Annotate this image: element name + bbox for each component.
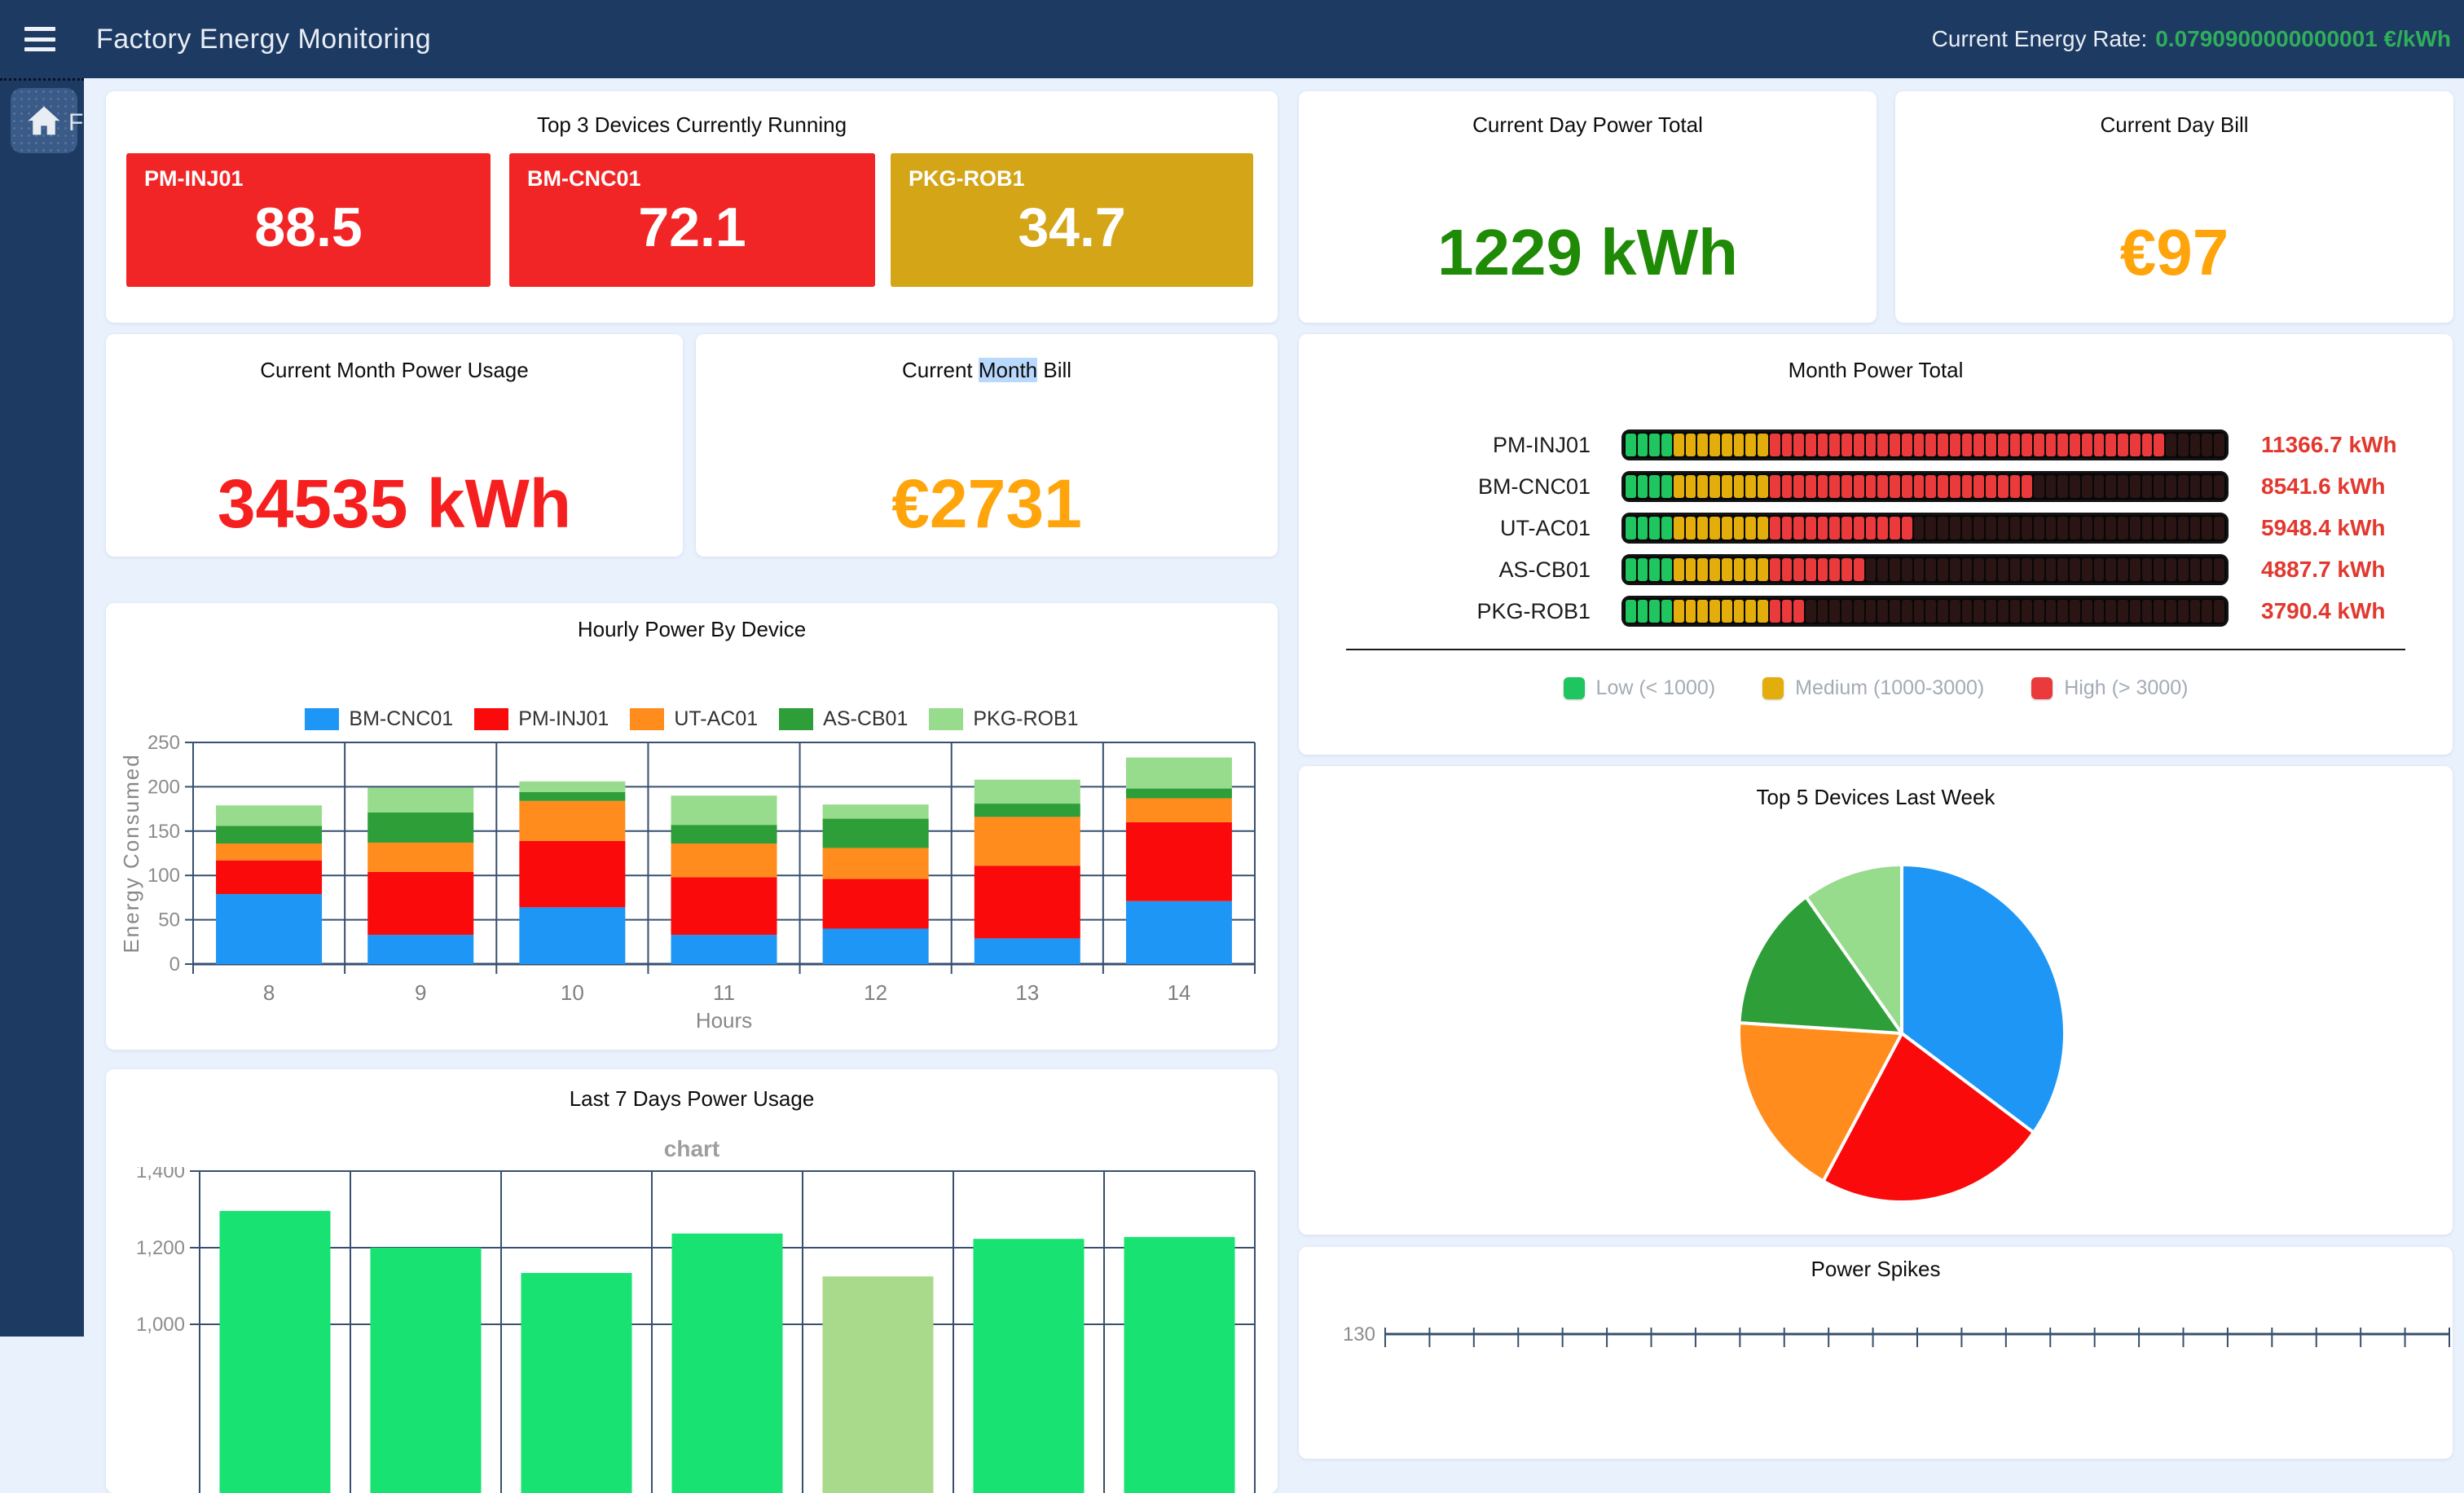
app-title: Factory Energy Monitoring: [96, 24, 431, 55]
hourly-stacked-bar-chart[interactable]: 0 50 100 150 200 250 8 9 10 11 12 13 14 Hours Energy C…: [106, 603, 1278, 1050]
month-legend-item: Low (< 1000): [1564, 676, 1716, 700]
month-bill-value: €2731: [696, 465, 1278, 544]
month-row-device-label: PM-INJ01: [1299, 433, 1591, 458]
card-last7-days: Last 7 Days Power Usage chart 1,400 1,200…: [106, 1069, 1278, 1493]
month-row-segmented-bar[interactable]: [1621, 471, 2229, 502]
svg-text:9: 9: [415, 980, 426, 1005]
card-top3-devices: Top 3 Devices Currently Running PM-INJ01…: [106, 91, 1278, 323]
card-top5-pie: Top 5 Devices Last Week: [1299, 766, 2453, 1235]
month-total-legend: Low (< 1000) Medium (1000-3000) High (> 30…: [1299, 676, 2453, 700]
card-month-power-total: Month Power Total PM-INJ01 11366.7 kWh BM-…: [1299, 334, 2453, 755]
svg-text:250: 250: [147, 732, 180, 754]
month-row-segmented-bar[interactable]: [1621, 429, 2229, 460]
card-last7-title: Last 7 Days Power Usage: [106, 1086, 1278, 1112]
month-row-value: 11366.7 kWh: [2261, 432, 2397, 458]
svg-text:100: 100: [147, 865, 180, 887]
svg-text:8: 8: [263, 980, 275, 1005]
last7-bar-chart[interactable]: 1,400 1,200 1,000: [106, 1167, 1278, 1493]
hamburger-menu-icon[interactable]: [24, 27, 57, 51]
svg-text:50: 50: [158, 909, 180, 931]
power-spikes-chart[interactable]: 130: [1299, 1247, 2453, 1459]
card-month-bill-title: Current Month Bill: [696, 358, 1278, 383]
month-row-device-label: AS-CB01: [1299, 557, 1591, 583]
month-legend-item: High (> 3000): [2031, 676, 2188, 700]
month-bill-title-selected-text: Month: [979, 358, 1037, 382]
svg-text:130: 130: [1343, 1323, 1375, 1345]
tile-device-value: 88.5: [126, 196, 491, 259]
energy-rate-value: 0.0790900000000001: [2155, 26, 2378, 51]
svg-text:10: 10: [561, 980, 584, 1005]
month-row-value: 8541.6 kWh: [2261, 473, 2386, 500]
svg-text:14: 14: [1167, 980, 1190, 1005]
card-day-power-total: Current Day Power Total 1229 kWh: [1299, 91, 1877, 323]
card-power-spikes: Power Spikes 130: [1299, 1247, 2453, 1459]
card-month-bill: Current Month Bill €2731: [696, 334, 1278, 557]
month-total-row: UT-AC01 5948.4 kWh: [1299, 513, 2453, 544]
month-bill-title-post: Bill: [1037, 358, 1071, 382]
tile-device-value: 34.7: [891, 196, 1253, 259]
svg-text:1,200: 1,200: [136, 1237, 185, 1259]
energy-rate-label: Current Energy Rate:: [1932, 26, 2148, 51]
device-tile-pkg-rob1: PKG-ROB1 34.7: [891, 153, 1253, 287]
card-day-bill-title: Current Day Bill: [1895, 112, 2453, 138]
device-tile-pm-inj01: PM-INJ01 88.5: [126, 153, 491, 287]
sidebar-item-label-clipped: F: [68, 109, 83, 137]
top-navbar: Factory Energy Monitoring Current Energy…: [0, 0, 2464, 78]
last7-chart-subtitle: chart: [106, 1136, 1278, 1162]
svg-text:Energy Consumed: Energy Consumed: [119, 753, 143, 953]
svg-text:Hours: Hours: [696, 1008, 752, 1033]
top5-pie-chart[interactable]: [1299, 766, 2453, 1235]
svg-text:150: 150: [147, 821, 180, 843]
svg-text:12: 12: [864, 980, 887, 1005]
card-day-total-title: Current Day Power Total: [1299, 112, 1877, 138]
energy-rate-unit: €/kWh: [2384, 26, 2451, 51]
month-legend-item: Medium (1000-3000): [1762, 676, 1984, 700]
month-usage-value: 34535 kWh: [106, 465, 683, 544]
sidebar: F: [0, 78, 84, 1337]
month-row-value: 5948.4 kWh: [2261, 515, 2386, 541]
month-row-value: 3790.4 kWh: [2261, 598, 2386, 624]
tile-device-name: BM-CNC01: [527, 166, 641, 192]
month-total-row: BM-CNC01 8541.6 kWh: [1299, 471, 2453, 502]
svg-text:11: 11: [713, 980, 735, 1005]
month-total-row: PM-INJ01 11366.7 kWh: [1299, 429, 2453, 460]
month-row-segmented-bar[interactable]: [1621, 554, 2229, 585]
tile-device-name: PKG-ROB1: [909, 166, 1025, 192]
svg-text:0: 0: [169, 953, 180, 976]
card-day-bill: Current Day Bill €97: [1895, 91, 2453, 323]
svg-text:1,000: 1,000: [136, 1314, 185, 1336]
device-tile-bm-cnc01: BM-CNC01 72.1: [509, 153, 875, 287]
month-bill-title-pre: Current: [902, 358, 979, 382]
tile-device-value: 72.1: [509, 196, 875, 259]
month-row-device-label: BM-CNC01: [1299, 474, 1591, 500]
home-icon: [26, 103, 62, 139]
card-month-total-title: Month Power Total: [1299, 358, 2453, 383]
card-month-usage-title: Current Month Power Usage: [106, 358, 683, 383]
card-top3-title: Top 3 Devices Currently Running: [106, 112, 1278, 138]
card-month-power-usage: Current Month Power Usage 34535 kWh: [106, 334, 683, 557]
day-bill-value: €97: [1895, 215, 2453, 290]
month-total-row: PKG-ROB1 3790.4 kWh: [1299, 596, 2453, 627]
tile-device-name: PM-INJ01: [144, 166, 244, 192]
svg-text:1,400: 1,400: [136, 1167, 185, 1183]
month-row-device-label: UT-AC01: [1299, 516, 1591, 541]
energy-rate: Current Energy Rate: 0.0790900000000001 €…: [1932, 26, 2451, 52]
month-row-segmented-bar[interactable]: [1621, 596, 2229, 627]
month-row-segmented-bar[interactable]: [1621, 513, 2229, 544]
home-button[interactable]: [11, 88, 77, 153]
main-content: Top 3 Devices Currently Running PM-INJ01…: [84, 78, 2464, 1337]
day-total-value: 1229 kWh: [1299, 215, 1877, 290]
svg-text:13: 13: [1015, 980, 1039, 1005]
month-row-value: 4887.7 kWh: [2261, 557, 2386, 583]
month-total-bars[interactable]: PM-INJ01 11366.7 kWh BM-CNC01 8541.6 kWh UT-…: [1299, 429, 2453, 627]
card-hourly-power: Hourly Power By Device BM-CNC01PM-INJ01U…: [106, 603, 1278, 1050]
month-total-row: AS-CB01 4887.7 kWh: [1299, 554, 2453, 585]
month-legend-divider: [1346, 649, 2405, 650]
sidebar-divider: [0, 78, 84, 81]
month-row-device-label: PKG-ROB1: [1299, 599, 1591, 624]
svg-text:200: 200: [147, 776, 180, 798]
